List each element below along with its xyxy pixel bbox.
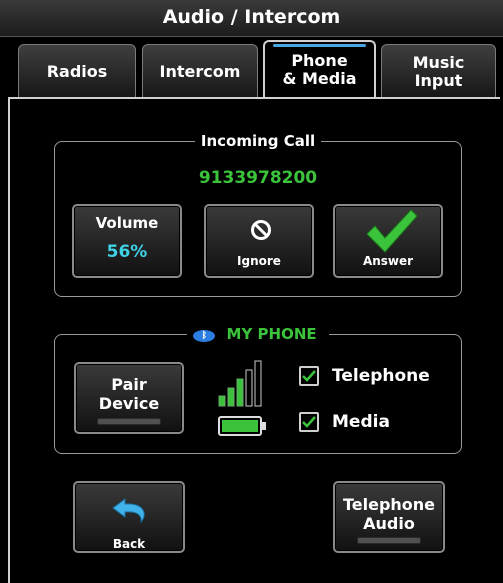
caller-number: 9133978200 bbox=[198, 168, 318, 188]
incoming-call-group-label: Incoming Call bbox=[55, 131, 461, 151]
incoming-call-group: Incoming Call 9133978200 Volume 56% Igno… bbox=[54, 132, 462, 297]
my-phone-title: MY PHONE bbox=[220, 325, 323, 343]
back-label: Back bbox=[112, 537, 146, 551]
back-arrow-icon bbox=[112, 498, 145, 524]
tab-phone-media[interactable]: Phone & Media bbox=[263, 40, 376, 98]
answer-label: Answer bbox=[362, 254, 414, 268]
title-bar: Audio / Intercom bbox=[0, 0, 503, 37]
ignore-label: Ignore bbox=[237, 254, 281, 268]
back-button[interactable]: Back bbox=[73, 481, 185, 553]
telephone-checkbox[interactable] bbox=[299, 366, 319, 386]
my-phone-group-label: ᛒ MY PHONE bbox=[55, 324, 461, 344]
telephone-audio-indicator bbox=[357, 537, 421, 544]
signal-strength-icon bbox=[218, 360, 262, 407]
tab-music-input-label-line2: Input bbox=[414, 70, 463, 90]
my-phone-group: ᛒ MY PHONE Pair Device Telephone Media bbox=[54, 325, 462, 454]
checkmark-icon bbox=[302, 370, 316, 382]
checkmark-icon bbox=[366, 209, 418, 253]
answer-button[interactable]: Answer bbox=[333, 204, 443, 278]
volume-button[interactable]: Volume 56% bbox=[72, 204, 182, 278]
prohibited-icon bbox=[251, 220, 271, 240]
tab-intercom-label: Intercom bbox=[159, 61, 241, 81]
tab-radios-label: Radios bbox=[46, 61, 108, 81]
volume-label: Volume bbox=[95, 214, 159, 232]
pair-device-button[interactable]: Pair Device bbox=[74, 362, 184, 434]
pair-device-label-line1: Pair bbox=[111, 375, 147, 394]
telephone-audio-label-line1: Telephone bbox=[342, 495, 436, 514]
tab-radios[interactable]: Radios bbox=[18, 44, 136, 98]
bluetooth-icon: ᛒ bbox=[193, 330, 216, 342]
tab-phone-media-label-line1: Phone bbox=[291, 51, 348, 70]
pair-device-label-line2: Device bbox=[98, 394, 160, 413]
telephone-audio-label-line2: Audio bbox=[363, 514, 415, 533]
tab-intercom[interactable]: Intercom bbox=[142, 44, 258, 98]
battery-icon bbox=[218, 416, 266, 436]
media-checkbox[interactable] bbox=[299, 412, 319, 432]
ignore-button[interactable]: Ignore bbox=[204, 204, 314, 278]
pair-device-indicator bbox=[97, 418, 161, 425]
tab-phone-media-label-line2: & Media bbox=[282, 69, 357, 88]
page-title: Audio / Intercom bbox=[162, 6, 341, 28]
checkmark-icon bbox=[302, 416, 316, 428]
volume-value: 56% bbox=[106, 242, 148, 262]
media-checkbox-label: Media bbox=[332, 412, 390, 432]
tab-music-input-label-line1: Music bbox=[412, 52, 465, 72]
telephone-checkbox-label: Telephone bbox=[332, 366, 430, 386]
tab-music-input[interactable]: Music Input bbox=[381, 44, 496, 98]
telephone-audio-button[interactable]: Telephone Audio bbox=[333, 481, 445, 553]
incoming-call-title: Incoming Call bbox=[194, 132, 322, 150]
